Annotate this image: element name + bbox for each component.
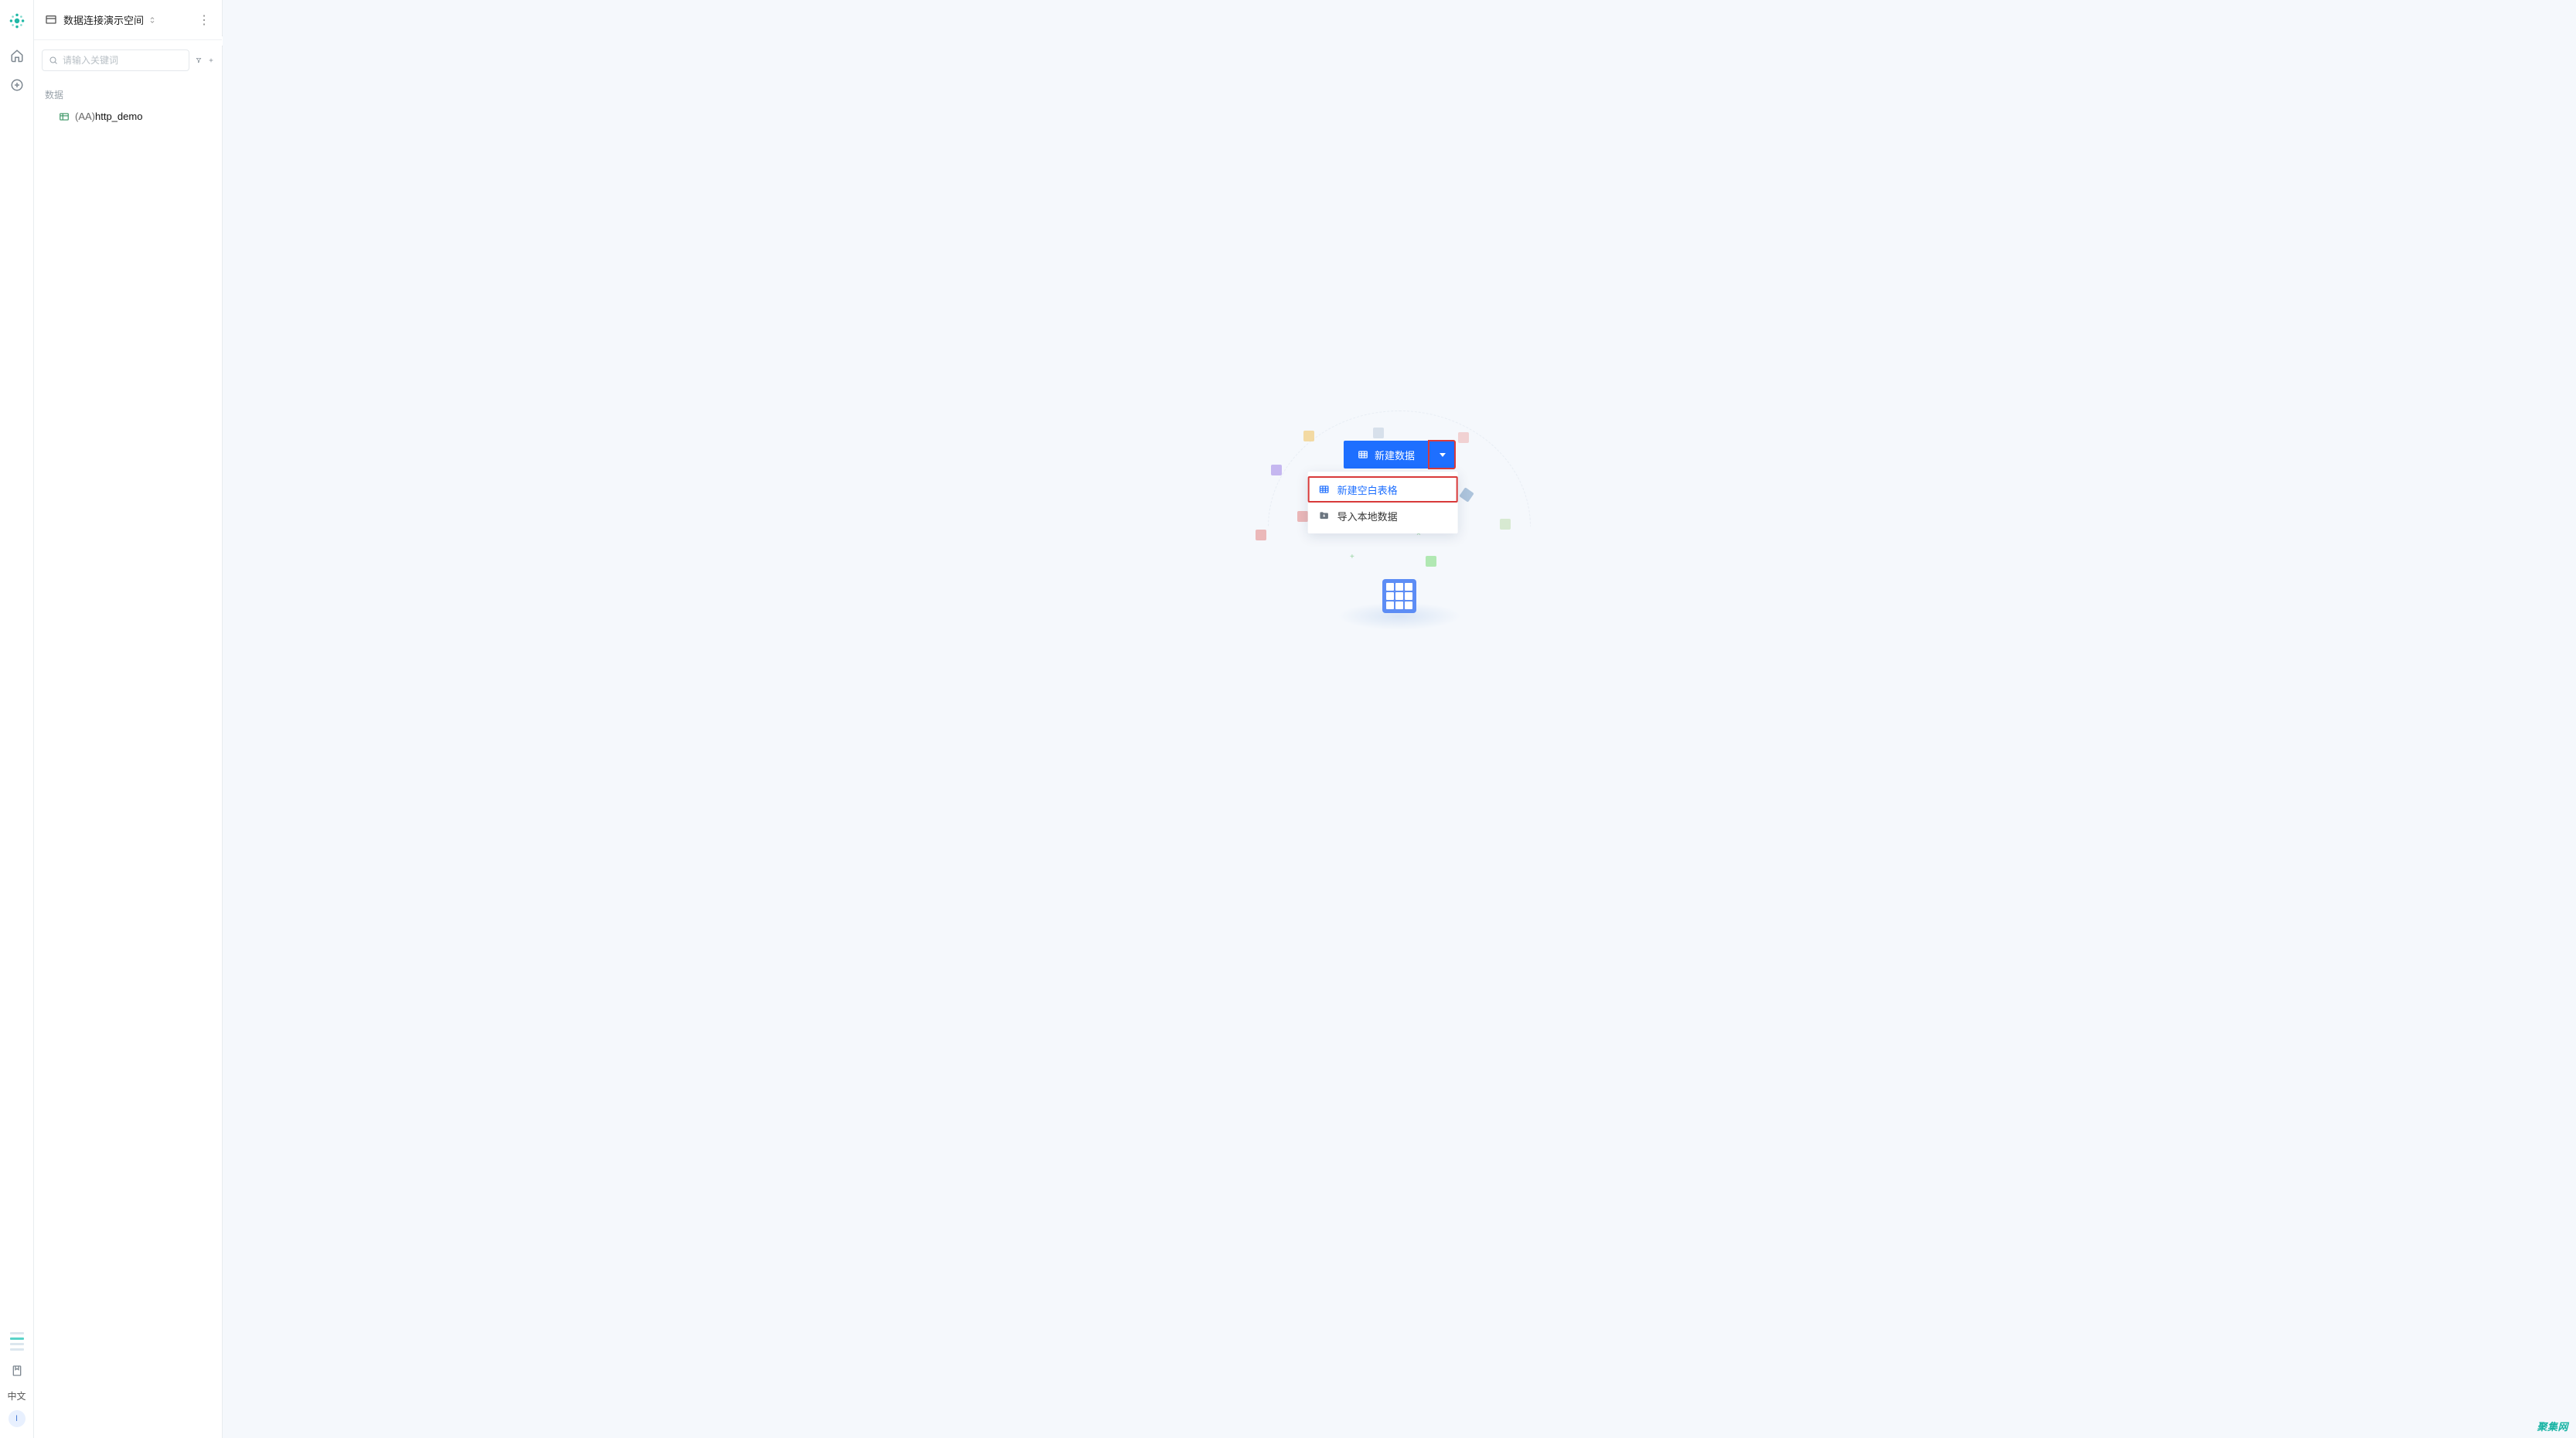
menu-item-import-local[interactable]: 导入本地数据 (1308, 503, 1458, 529)
chevron-updown-icon (148, 16, 156, 24)
menu-item-new-blank-table[interactable]: 新建空白表格 (1308, 476, 1458, 503)
filter-icon[interactable] (196, 55, 202, 66)
user-avatar[interactable]: I (9, 1410, 26, 1427)
sidebar-tools (34, 40, 222, 80)
watermark: 聚集网 (2537, 1419, 2568, 1433)
home-icon (10, 49, 24, 63)
more-menu-button[interactable]: ⋮ (198, 12, 211, 28)
section-title: 数据 (45, 83, 211, 106)
tree-item[interactable]: (AA)http_demo (45, 106, 211, 127)
plus-circle-icon (10, 78, 24, 92)
app-root: 中文 I 数据连接演示空间 ⋮ 数据 (AA)http_demo ◂ (0, 0, 2576, 1438)
grid-icon (1382, 579, 1416, 613)
left-rail: 中文 I (0, 0, 34, 1438)
item-prefix: (AA) (75, 111, 95, 122)
sidebar-section-data: 数据 (AA)http_demo (34, 80, 222, 130)
table-icon (59, 111, 70, 122)
sidebar: 数据连接演示空间 ⋮ 数据 (AA)http_demo ◂ (34, 0, 223, 1438)
new-data-dropdown-button[interactable] (1429, 441, 1455, 469)
folder-import-icon (1319, 510, 1330, 521)
rail-indicator (10, 1332, 24, 1351)
bookmark-button[interactable] (6, 1360, 28, 1382)
language-toggle[interactable]: 中文 (7, 1389, 26, 1402)
table-icon (1358, 449, 1368, 460)
search-input-wrap[interactable] (42, 49, 189, 71)
add-button[interactable] (6, 74, 28, 96)
app-logo-icon (7, 11, 27, 31)
search-icon (49, 56, 58, 65)
workspace-icon (45, 14, 57, 26)
main-area: × + 新建数据 新建空白表格 导入本地数据 (223, 0, 2576, 1438)
search-input[interactable] (63, 55, 182, 66)
globe-icon (1271, 465, 1282, 475)
table-icon (1319, 484, 1330, 495)
cta-row: 新建数据 (1344, 441, 1455, 469)
home-button[interactable] (6, 45, 28, 66)
menu-item-label: 新建空白表格 (1337, 482, 1398, 497)
bookmark-icon (11, 1365, 23, 1377)
caret-down-icon (1440, 453, 1446, 457)
plus-icon[interactable] (208, 55, 214, 66)
item-name: http_demo (95, 111, 142, 122)
new-data-label: 新建数据 (1375, 448, 1415, 462)
new-data-button[interactable]: 新建数据 (1344, 441, 1429, 469)
workspace-name: 数据连接演示空间 (63, 12, 144, 27)
workspace-header[interactable]: 数据连接演示空间 ⋮ (34, 0, 222, 40)
new-data-menu: 新建空白表格 导入本地数据 (1308, 472, 1458, 533)
menu-item-label: 导入本地数据 (1337, 509, 1398, 523)
